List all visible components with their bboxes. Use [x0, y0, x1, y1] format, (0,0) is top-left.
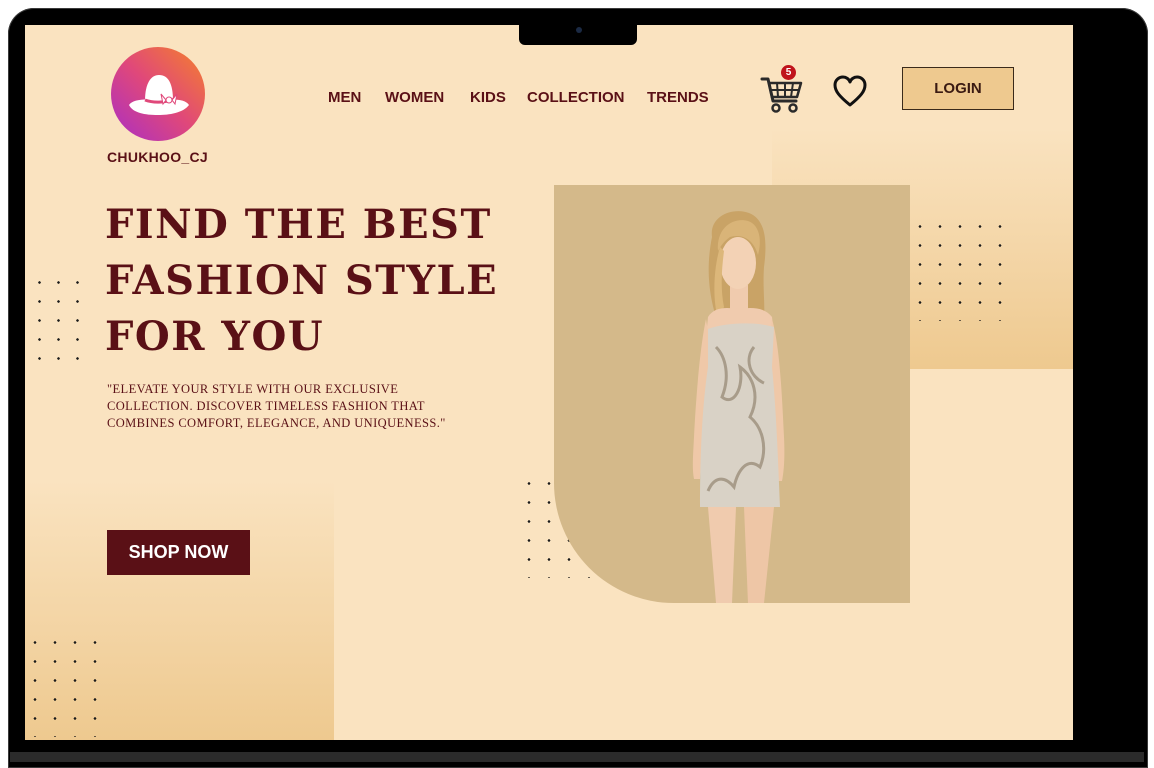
login-button[interactable]: LOGIN	[902, 67, 1014, 110]
headline-line-1: FIND THE BEST	[105, 201, 492, 248]
wishlist-button[interactable]	[833, 75, 867, 109]
subtext-line-2: COLLECTION. DISCOVER TIMELESS FASHION TH…	[107, 399, 425, 413]
brand-logo[interactable]	[111, 47, 205, 141]
nav-item-kids[interactable]: KIDS	[470, 89, 506, 106]
nav-item-men[interactable]: MEN	[328, 89, 361, 106]
nav-item-collection[interactable]: COLLECTION	[527, 89, 625, 106]
shop-now-button[interactable]: SHOP NOW	[107, 530, 250, 575]
cart-button[interactable]	[760, 73, 804, 115]
decor-dots-bottom-left	[25, 633, 98, 737]
laptop-base	[10, 752, 1144, 762]
webcam-icon	[576, 27, 582, 33]
nav-item-women[interactable]: WOMEN	[385, 89, 444, 106]
heart-icon	[833, 75, 867, 107]
headline-line-3: FOR YOU	[105, 313, 325, 360]
hero-subtext: "ELEVATE YOUR STYLE WITH OUR EXCLUSIVE C…	[107, 381, 467, 432]
hero-photo	[554, 185, 910, 603]
hero-headline: FIND THE BEST FASHION STYLE FOR YOU	[105, 197, 505, 365]
nav-item-trends[interactable]: TRENDS	[647, 89, 709, 106]
brand-name: CHUKHOO_CJ	[107, 149, 209, 165]
decor-dots-left	[30, 273, 82, 373]
website-screen: CHUKHOO_CJ MEN WOMEN KIDS COLLECTION TRE…	[25, 25, 1073, 740]
headline-line-2: FASHION STYLE	[105, 257, 499, 304]
cart-count-badge: 5	[781, 65, 796, 80]
hat-icon	[129, 75, 189, 115]
subtext-line-1: "ELEVATE YOUR STYLE WITH OUR EXCLUSIVE	[107, 382, 399, 396]
camera-notch	[519, 25, 637, 45]
model-image	[692, 211, 785, 603]
cart-icon	[760, 77, 803, 113]
subtext-line-3: COMBINES COMFORT, ELEGANCE, AND UNIQUENE…	[107, 416, 446, 430]
